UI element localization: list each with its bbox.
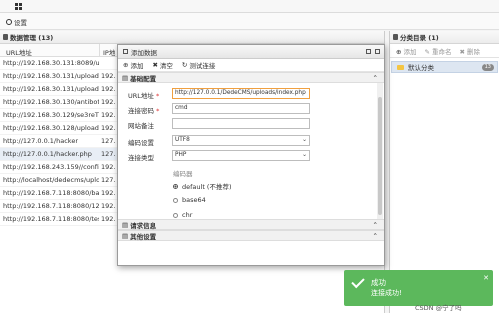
refresh-icon: ↻ <box>181 61 188 69</box>
folder-tree-icon <box>393 34 398 40</box>
grid-menu-icon[interactable] <box>15 3 22 10</box>
encoding-select[interactable]: UTF8 ⌄ <box>172 135 310 146</box>
clear-icon: ✖ <box>152 61 158 69</box>
section-other-title: 其他设置 <box>130 232 157 241</box>
encoding-value: UTF8 <box>175 137 190 143</box>
dialog-add-button[interactable]: ⊕ 添加 <box>123 60 143 70</box>
scrollbar-thumb[interactable] <box>378 97 382 215</box>
watermark: CSDN @宁了吗 <box>415 304 462 312</box>
encoder-label: 编码器 <box>173 170 193 178</box>
encoding-label: 编码设置 <box>128 139 154 147</box>
category-delete-button[interactable]: ✖ 删除 <box>460 46 481 56</box>
row-url: http://127.0.0.1/hacker.php <box>3 150 92 158</box>
add-data-dialog: 添加数据 ⊕ 添加 ✖ 清空 ↻ 测试连接 ▤ 基础配置 ⌃ URL地址 * http… <box>117 44 385 266</box>
encoder-radio-default[interactable]: default (不推荐) <box>173 181 232 191</box>
main-toolbar: 设置 <box>0 13 499 30</box>
request-icon: ▤ <box>122 220 129 229</box>
row-url: http://192.168.243.159//config/Ac <box>3 163 99 171</box>
note-label: 网站备注 <box>128 122 154 130</box>
row-url: http://127.0.0.1/hacker <box>3 137 78 145</box>
section-request-info[interactable]: ▤ 请求信息 ⌃ <box>118 219 384 230</box>
type-label: 连接类型 <box>128 154 154 162</box>
chevron-down-icon: ⌄ <box>302 137 307 143</box>
chevron-up-icon: ⌃ <box>372 74 378 82</box>
section-other-settings[interactable]: ▤ 其他设置 ⌃ <box>118 230 384 241</box>
row-url: http://localhost/dedecms/uploads/ <box>3 176 99 184</box>
category-count-badge: 13 <box>481 64 494 71</box>
dialog-title-bar[interactable]: 添加数据 <box>118 45 384 59</box>
row-url: http://192.168.30.131:8089/uplo <box>3 59 99 67</box>
category-rename-button[interactable]: ✎ 重命名 <box>425 46 452 56</box>
row-url: http://192.168.7.118:8080/123.p <box>3 202 99 210</box>
category-panel-header: 分类目录 (1) <box>390 31 499 44</box>
success-toast: 成功 连接成功! ✕ <box>344 270 493 306</box>
dialog-title: 添加数据 <box>131 48 157 57</box>
toast-close-icon[interactable]: ✕ <box>483 274 489 282</box>
encoder-radio-base64[interactable]: base64 <box>173 196 206 204</box>
form-scrollbar[interactable] <box>377 83 383 219</box>
category-add-button[interactable]: ⊕ 添加 <box>396 46 417 56</box>
encoder-radio-chr[interactable]: chr <box>173 211 192 219</box>
dialog-toolbar: ⊕ 添加 ✖ 清空 ↻ 测试连接 <box>118 59 384 72</box>
section-basic-config[interactable]: ▤ 基础配置 ⌃ <box>118 72 384 83</box>
chevron-up-icon: ⌃ <box>372 221 378 229</box>
dialog-clear-button[interactable]: ✖ 清空 <box>152 60 172 70</box>
top-bar <box>0 0 499 13</box>
basic-config-form: URL地址 * http://127.0.0.1/DedeCMS/uploads… <box>118 83 384 219</box>
dialog-window-icon <box>123 49 128 54</box>
type-select[interactable]: PHP ⌄ <box>172 150 310 161</box>
settings-label: 设置 <box>14 19 27 27</box>
category-item-default[interactable]: 默认分类 13 <box>391 61 498 73</box>
maximize-icon[interactable] <box>366 49 371 54</box>
column-header-ip[interactable]: IP地 <box>103 47 115 57</box>
column-divider[interactable] <box>99 44 100 57</box>
row-url: http://192.168.30.129/se3reTdir7 <box>3 111 99 119</box>
row-url: http://192.168.30.131/uploadfiles <box>3 72 99 80</box>
category-toolbar: ⊕ 添加 ✎ 重命名 ✖ 删除 <box>390 44 499 58</box>
data-panel-title: 数据管理 (13) <box>10 34 54 42</box>
database-icon <box>3 34 8 40</box>
row-url: http://192.168.30.128/uploads/sh <box>3 124 99 132</box>
note-input[interactable] <box>172 118 310 129</box>
chevron-up-icon: ⌃ <box>372 232 378 240</box>
close-icon[interactable] <box>375 49 380 54</box>
toast-message: 连接成功! <box>371 289 402 297</box>
plus-icon: ⊕ <box>123 61 129 69</box>
column-header-url[interactable]: URL地址 <box>6 47 32 57</box>
password-label: 连接密码 * <box>128 107 160 115</box>
row-url: http://192.168.7.118:8080/test.p <box>3 215 99 223</box>
category-panel-title: 分类目录 (1) <box>400 34 439 42</box>
section-basic-title: 基础配置 <box>130 74 157 83</box>
type-value: PHP <box>175 152 187 158</box>
category-name: 默认分类 <box>408 64 434 72</box>
dialog-test-connection-button[interactable]: ↻ 测试连接 <box>182 60 215 70</box>
chevron-down-icon: ⌄ <box>302 152 307 158</box>
gear-icon <box>6 19 12 25</box>
row-url: http://192.168.30.130/antibot_ima <box>3 98 99 106</box>
data-panel-header: 数据管理 (13) <box>0 31 384 44</box>
toast-title: 成功 <box>371 278 386 287</box>
password-input[interactable]: cmd <box>172 103 310 114</box>
section-request-title: 请求信息 <box>130 221 157 230</box>
url-input[interactable]: http://127.0.0.1/DedeCMS/uploads/index.p… <box>172 88 310 99</box>
settings-icon: ▤ <box>122 231 129 240</box>
row-url: http://192.168.30.131/uploadfiles <box>3 85 99 93</box>
folder-icon <box>397 64 404 70</box>
url-label: URL地址 * <box>128 92 160 100</box>
settings-button[interactable]: 设置 <box>6 17 27 27</box>
config-icon: ▤ <box>122 73 129 82</box>
row-url: http://192.168.7.118:8080/bak.p <box>3 189 99 197</box>
check-icon <box>351 274 365 289</box>
